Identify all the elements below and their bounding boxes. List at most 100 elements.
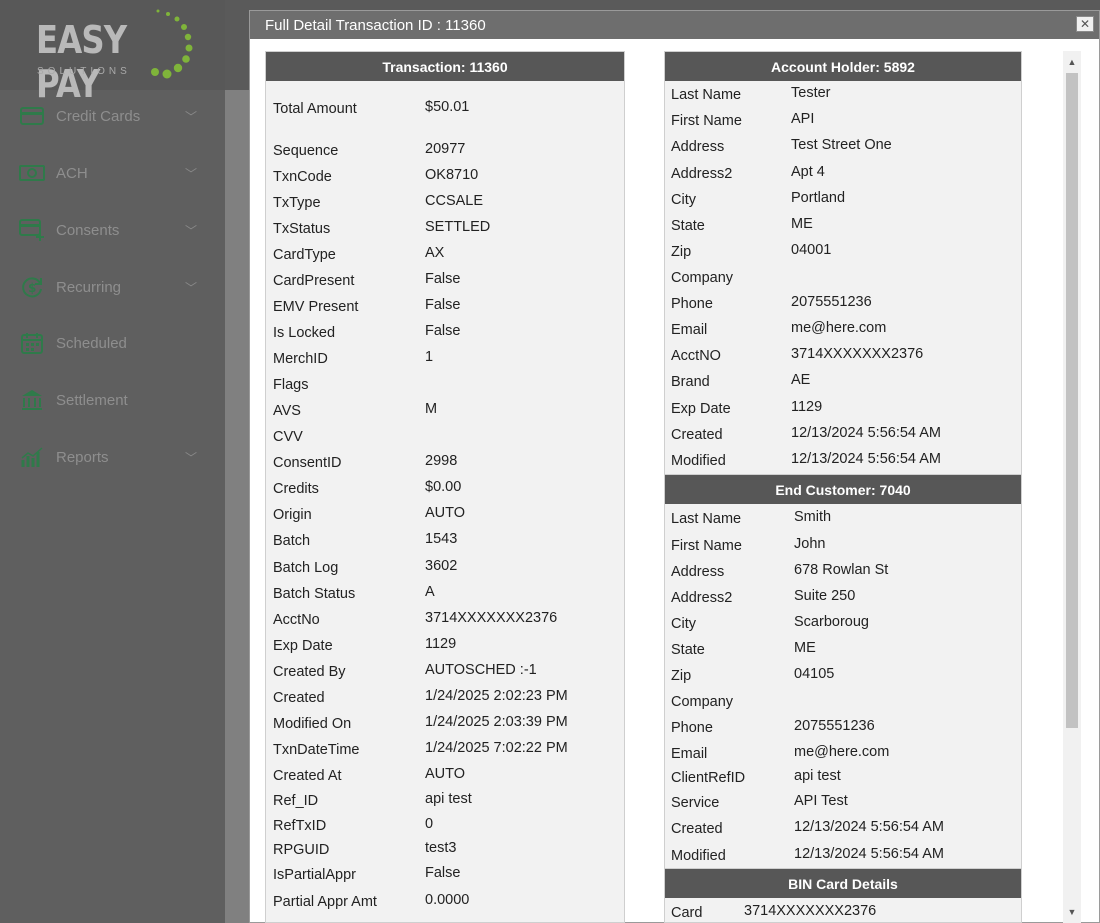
field-value: ME	[791, 216, 813, 232]
recurring-dollar-icon: $	[19, 276, 45, 298]
sidebar-item-ach[interactable]: ACH ﹀	[0, 153, 225, 193]
sidebar-item-consents[interactable]: Consents ﹀	[0, 210, 225, 250]
field-label: Created	[671, 821, 723, 837]
card-plus-icon	[19, 219, 45, 241]
modal-title: Full Detail Transaction ID : 11360	[265, 16, 486, 34]
field-value: me@here.com	[794, 744, 890, 760]
field-value: AUTO	[425, 766, 466, 782]
field-value: me@here.com	[791, 320, 887, 336]
field-value: $50.01	[425, 99, 470, 115]
field-value: False	[425, 323, 461, 339]
field-label: CardPresent	[273, 273, 355, 289]
field-label: Address2	[671, 590, 733, 606]
scrollbar-thumb[interactable]	[1066, 73, 1078, 728]
field-label: Exp Date	[671, 401, 731, 417]
cash-icon	[19, 162, 45, 184]
close-button[interactable]: ✕	[1076, 16, 1094, 32]
close-icon: ✕	[1079, 17, 1091, 31]
field-label: Address2	[671, 166, 733, 182]
sidebar-item-label: Settlement	[56, 391, 128, 409]
field-label: Modified	[671, 453, 726, 469]
field-value: API Test	[794, 793, 848, 809]
field-value: 0.0000	[425, 892, 470, 908]
field-label: Email	[671, 746, 708, 762]
field-value: SETTLED	[425, 219, 491, 235]
scroll-down-arrow-icon[interactable]: ▼	[1063, 903, 1081, 921]
field-label: Address	[671, 139, 725, 155]
field-label: TxType	[273, 195, 321, 211]
credit-card-icon	[19, 105, 45, 127]
field-value: Portland	[791, 190, 846, 206]
field-value: False	[425, 271, 461, 287]
field-label: Phone	[671, 296, 713, 312]
field-value: 1129	[425, 636, 457, 652]
svg-text:$: $	[28, 281, 36, 295]
field-value: test3	[425, 840, 457, 856]
sidebar-item-recurring[interactable]: $ Recurring ﹀	[0, 267, 225, 307]
field-label: Created	[671, 427, 723, 443]
field-value: CCSALE	[425, 193, 484, 209]
field-label: Modified	[671, 848, 726, 864]
bin-card-panel-title: BIN Card Details	[665, 869, 1021, 898]
field-value: 04105	[794, 666, 835, 682]
field-value: AUTOSCHED :-1	[425, 662, 537, 678]
transaction-panel: Transaction: 11360 Total Amount $50.01 Seq…	[265, 51, 625, 923]
field-label: Sequence	[273, 143, 339, 159]
field-value: 3602	[425, 558, 458, 574]
field-value: 3714XXXXXXX2376	[425, 610, 558, 626]
field-label: RefTxID	[273, 818, 327, 834]
field-label: Address	[671, 564, 725, 580]
field-label: Flags	[273, 377, 309, 393]
field-label: Email	[671, 322, 708, 338]
field-value: 1129	[791, 399, 823, 415]
field-label: Card	[671, 905, 703, 921]
field-label: Is Locked	[273, 325, 336, 341]
sidebar-item-credit-cards[interactable]: Credit Cards ﹀	[0, 96, 225, 136]
chart-icon	[19, 446, 45, 468]
field-value: A	[425, 584, 435, 600]
field-value: ME	[794, 640, 816, 656]
field-value: 1	[425, 349, 434, 365]
logo-dots-icon	[151, 9, 193, 79]
field-label: Origin	[273, 507, 312, 523]
field-value: Test Street One	[791, 137, 892, 153]
field-label: CVV	[273, 429, 303, 445]
field-value: John	[794, 536, 826, 552]
field-label: Company	[671, 694, 734, 710]
brand-logo[interactable]: EASY PAY SOLUTIONS	[0, 0, 225, 106]
field-label: EMV Present	[273, 299, 359, 315]
field-label: Created	[273, 690, 325, 706]
field-label: ConsentID	[273, 455, 342, 471]
field-value: False	[425, 865, 461, 881]
chevron-down-icon: ﹀	[185, 450, 198, 465]
field-label: Batch Status	[273, 586, 356, 602]
field-value: AX	[425, 245, 445, 261]
field-label: Credits	[273, 481, 319, 497]
field-value: Tester	[791, 85, 831, 101]
field-label: Created At	[273, 768, 342, 784]
field-label: Total Amount	[273, 101, 357, 117]
sidebar-item-label: Consents	[56, 221, 120, 239]
field-label: Modified On	[273, 716, 352, 732]
field-label: Company	[671, 270, 734, 286]
field-label: Batch	[273, 533, 311, 549]
sidebar-item-scheduled[interactable]: Scheduled	[0, 323, 225, 363]
sidebar-item-label: Credit Cards	[56, 107, 141, 125]
field-label: City	[671, 192, 696, 208]
field-value: False	[425, 297, 461, 313]
field-label: Ref_ID	[273, 793, 319, 809]
field-label: Zip	[671, 668, 692, 684]
field-label: Partial Appr Amt	[273, 894, 377, 910]
field-value: 2075551236	[791, 294, 872, 310]
field-value: 12/13/2024 5:56:54 AM	[791, 451, 941, 467]
field-value: Apt 4	[791, 164, 825, 180]
field-value: AE	[791, 372, 811, 388]
bank-icon	[19, 389, 45, 411]
sidebar-item-reports[interactable]: Reports ﹀	[0, 437, 225, 477]
scroll-up-arrow-icon[interactable]: ▲	[1063, 53, 1081, 71]
end-customer-panel: End Customer: 7040 Last Name Smith First N…	[664, 474, 1022, 869]
field-label: City	[671, 616, 696, 632]
sidebar-item-settlement[interactable]: Settlement	[0, 380, 225, 420]
modal-scrollbar[interactable]: ▲ ▼	[1063, 51, 1081, 923]
field-value: M	[425, 401, 438, 417]
